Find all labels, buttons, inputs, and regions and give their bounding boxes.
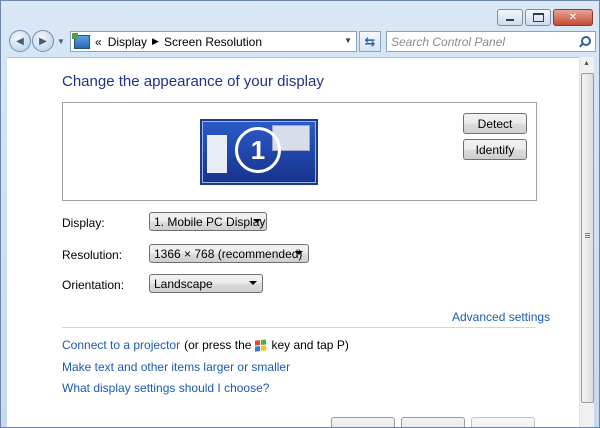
apply-button[interactable] — [471, 417, 535, 427]
breadcrumb-screen-resolution[interactable]: Screen Resolution — [164, 35, 262, 49]
projector-line: Connect to a projector (or press the key… — [62, 338, 349, 352]
minimize-icon — [506, 19, 514, 21]
monitor-preview-area: 1 Detect Identify — [62, 102, 537, 201]
scrollbar-thumb[interactable] — [581, 73, 594, 403]
monitor-number: 1 — [235, 127, 281, 173]
caption-buttons: ✕ — [497, 9, 593, 26]
monitor-1-thumbnail[interactable]: 1 — [200, 119, 318, 185]
ok-button[interactable] — [331, 417, 395, 427]
forward-arrow-icon: ▶ — [39, 35, 47, 47]
control-panel-icon — [72, 32, 90, 49]
back-arrow-icon: ◀ — [16, 35, 24, 47]
breadcrumb-overflow[interactable]: « — [95, 35, 102, 49]
maximize-button[interactable] — [525, 9, 551, 26]
resolution-label: Resolution: — [62, 248, 123, 262]
chevron-down-icon — [249, 281, 257, 285]
orientation-dropdown[interactable]: Landscape — [149, 274, 263, 293]
vertical-scrollbar[interactable]: ▲ — [579, 57, 594, 427]
close-icon: ✕ — [568, 11, 578, 23]
resolution-dropdown[interactable]: 1366 × 768 (recommended) — [149, 244, 309, 263]
monitor-window-graphic — [207, 135, 227, 173]
larger-text-link[interactable]: Make text and other items larger or smal… — [62, 360, 290, 374]
maximize-icon — [532, 13, 544, 22]
navigation-bar: ◀ ▶ ▼ « Display ▶ Screen Resolution ▼ ⇆ … — [1, 29, 599, 53]
breadcrumb-display[interactable]: Display — [108, 35, 147, 49]
display-settings-help-link[interactable]: What display settings should I choose? — [62, 381, 269, 395]
divider — [62, 327, 536, 328]
scroll-up-icon[interactable]: ▲ — [583, 60, 590, 67]
content-pane: Change the appearance of your display 1 … — [7, 57, 579, 427]
recent-pages-dropdown[interactable]: ▼ — [57, 37, 65, 46]
advanced-settings-link[interactable]: Advanced settings — [452, 310, 550, 324]
connect-projector-link[interactable]: Connect to a projector — [62, 338, 180, 352]
orientation-label: Orientation: — [62, 278, 125, 292]
windows-logo-icon — [255, 338, 267, 352]
identify-button[interactable]: Identify — [463, 139, 527, 160]
chevron-down-icon — [253, 219, 261, 223]
address-bar[interactable]: « Display ▶ Screen Resolution ▼ — [70, 31, 357, 52]
display-dropdown-value: 1. Mobile PC Display — [154, 214, 266, 229]
close-button[interactable]: ✕ — [553, 9, 593, 26]
cancel-button[interactable] — [401, 417, 465, 427]
search-box[interactable]: Search Control Panel — [386, 31, 596, 52]
back-button[interactable]: ◀ — [9, 30, 31, 52]
address-dropdown-button[interactable]: ▼ — [344, 36, 352, 45]
orientation-dropdown-value: Landscape — [154, 276, 213, 291]
refresh-icon: ⇆ — [364, 33, 376, 49]
search-input[interactable]: Search Control Panel — [391, 35, 577, 49]
screen-resolution-window: ✕ ◀ ▶ ▼ « Display ▶ Screen Resolution ▼ … — [0, 0, 600, 428]
detect-button[interactable]: Detect — [463, 113, 527, 134]
projector-hint-before: (or press the — [184, 338, 252, 352]
display-label: Display: — [62, 216, 105, 230]
minimize-button[interactable] — [497, 9, 523, 26]
refresh-button[interactable]: ⇆ — [359, 31, 381, 52]
forward-button[interactable]: ▶ — [32, 30, 54, 52]
projector-hint-after: key and tap P) — [271, 338, 349, 352]
breadcrumb-separator-icon[interactable]: ▶ — [152, 36, 159, 47]
search-icon[interactable] — [577, 35, 591, 49]
chevron-down-icon — [295, 251, 303, 255]
resolution-dropdown-value: 1366 × 768 (recommended) — [154, 246, 303, 261]
display-dropdown[interactable]: 1. Mobile PC Display — [149, 212, 267, 231]
grip-icon — [585, 233, 590, 234]
page-title: Change the appearance of your display — [62, 73, 324, 90]
